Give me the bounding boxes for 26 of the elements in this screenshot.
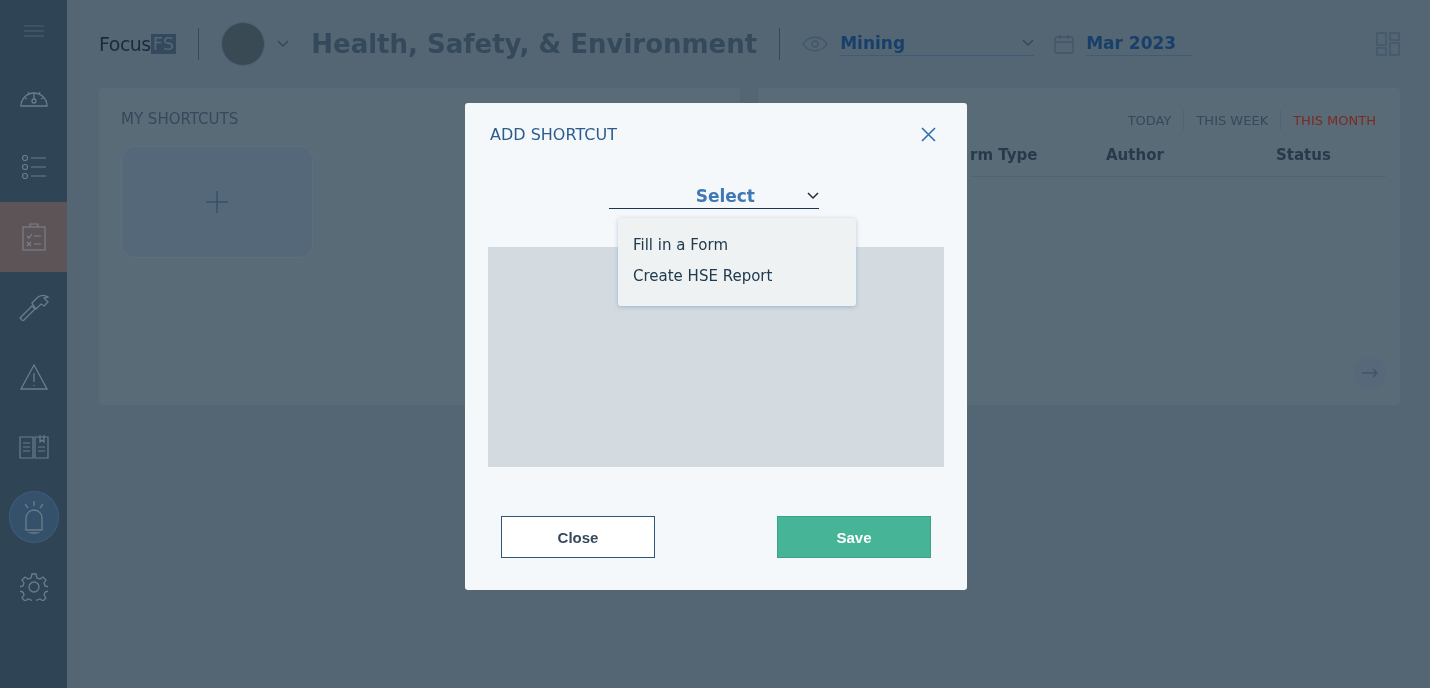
save-button[interactable]: Save <box>777 516 931 558</box>
chevron-down-icon[interactable] <box>277 40 290 48</box>
list-icon <box>20 155 47 179</box>
next-button[interactable] <box>1354 357 1386 389</box>
close-button[interactable]: Close <box>501 516 655 558</box>
shortcut-select[interactable]: Select <box>609 186 819 209</box>
settings-icon <box>19 573 48 601</box>
siren-icon <box>8 491 59 543</box>
dropdown-option[interactable]: Create HSE Report <box>633 261 856 292</box>
chevron-down-icon <box>807 192 819 200</box>
chevron-down-icon <box>1022 38 1035 47</box>
dropdown-option[interactable]: Fill in a Form <box>633 230 856 261</box>
sidebar-item[interactable] <box>0 202 67 272</box>
close-icon[interactable] <box>921 127 936 142</box>
logo-text: Focus <box>99 33 151 55</box>
book-icon <box>18 434 49 460</box>
dialog-title: ADD SHORTCUT <box>490 125 617 144</box>
add-shortcut-tile[interactable] <box>121 146 313 258</box>
site-dropdown[interactable]: Mining <box>840 32 1035 56</box>
hammer-icon <box>17 293 50 321</box>
avatar[interactable] <box>221 22 266 66</box>
warning-icon <box>19 364 48 390</box>
clipboard-icon <box>21 223 46 251</box>
date-field[interactable]: Mar 2023 <box>1086 32 1193 56</box>
period-tab[interactable]: THIS MONTH <box>1293 112 1376 128</box>
plus-icon <box>206 191 228 213</box>
